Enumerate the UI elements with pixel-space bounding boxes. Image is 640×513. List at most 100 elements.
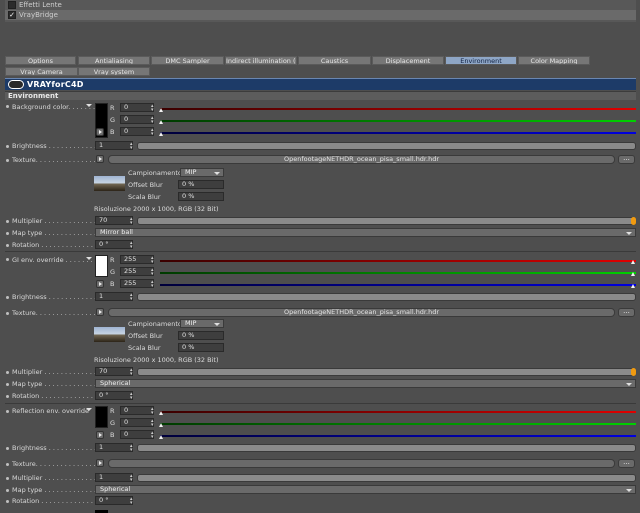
animate-dot-icon[interactable]	[6, 105, 9, 108]
tab-vray-system[interactable]: Vray system	[78, 67, 150, 76]
background-g-spinner[interactable]: ▴ ▾	[151, 116, 156, 125]
tab-displacement[interactable]: Displacement	[372, 56, 444, 65]
gi-brightness-spinner[interactable]: ▴ ▾	[130, 293, 135, 302]
animate-dot-icon[interactable]	[6, 463, 9, 466]
background-b-input[interactable]: 0	[120, 127, 154, 136]
reflection-rotation-spinner[interactable]: ▴ ▾	[130, 497, 135, 506]
reflection-texture-browse-button[interactable]: ...	[618, 459, 635, 468]
animate-dot-icon[interactable]	[6, 220, 9, 223]
gi-offset-input[interactable]: 0 %	[178, 331, 224, 340]
animate-dot-icon[interactable]	[6, 232, 9, 235]
background-scale-input[interactable]: 0 %	[178, 192, 224, 201]
reflection-g-knob[interactable]	[159, 423, 163, 427]
reflection-g-spinner[interactable]: ▴ ▾	[151, 419, 156, 428]
gi-g-knob[interactable]	[631, 272, 635, 276]
background-sampling-dropdown[interactable]: MIP	[180, 168, 224, 177]
plugin-checkbox-lens[interactable]	[8, 1, 16, 9]
gi-map-type-dropdown[interactable]: Spherical	[95, 379, 636, 388]
gi-b-slider[interactable]	[160, 284, 636, 286]
gi-g-slider[interactable]	[160, 272, 636, 274]
reflection-multiplier-slider[interactable]	[137, 474, 636, 482]
animate-dot-icon[interactable]	[6, 145, 9, 148]
gi-b-knob[interactable]	[631, 284, 635, 288]
gi-r-slider[interactable]	[160, 260, 636, 262]
reflection-b-input[interactable]: 0	[120, 430, 154, 439]
gi-multiplier-spinner[interactable]: ▴ ▾	[130, 368, 135, 377]
reflection-multiplier-input[interactable]: 1	[95, 473, 133, 482]
background-brightness-input[interactable]: 1	[95, 141, 133, 150]
gi-texture-field[interactable]: OpenfootageNETHDR_ocean_pisa_small.hdr.h…	[108, 308, 615, 317]
background-texture-field[interactable]: OpenfootageNETHDR_ocean_pisa_small.hdr.h…	[108, 155, 615, 164]
background-g-knob[interactable]	[159, 120, 163, 124]
gi-b-spinner[interactable]: ▴ ▾	[151, 280, 156, 289]
tab-caustics[interactable]: Caustics	[298, 56, 371, 65]
animate-dot-icon[interactable]	[6, 383, 9, 386]
background-r-input[interactable]: 0	[120, 103, 154, 112]
background-r-slider[interactable]	[160, 108, 636, 110]
animate-dot-icon[interactable]	[6, 500, 9, 503]
gi-brightness-input[interactable]: 1	[95, 292, 133, 301]
background-brightness-spinner[interactable]: ▴ ▾	[130, 142, 135, 151]
background-multiplier-slider[interactable]	[137, 217, 636, 225]
background-g-input[interactable]: 0	[120, 115, 154, 124]
background-r-spinner[interactable]: ▴ ▾	[151, 104, 156, 113]
animate-dot-icon[interactable]	[6, 371, 9, 374]
background-color-picker-button[interactable]	[96, 128, 104, 136]
reflection-override-expand-icon[interactable]	[86, 408, 92, 411]
gi-scale-input[interactable]: 0 %	[178, 343, 224, 352]
animate-dot-icon[interactable]	[6, 312, 9, 315]
gi-r-knob[interactable]	[631, 260, 635, 264]
gi-g-input[interactable]: 255	[120, 267, 154, 276]
animate-dot-icon[interactable]	[6, 159, 9, 162]
gi-texture-browse-button[interactable]: ...	[618, 308, 635, 317]
gi-multiplier-input[interactable]: 70	[95, 367, 133, 376]
background-rotation-spinner[interactable]: ▴ ▾	[130, 241, 135, 250]
gi-rotation-spinner[interactable]: ▴ ▾	[130, 392, 135, 401]
reflection-r-slider[interactable]	[160, 411, 636, 413]
reflection-texture-field[interactable]	[108, 459, 615, 468]
reflection-texture-menu-button[interactable]	[96, 459, 104, 467]
reflection-b-slider[interactable]	[160, 435, 636, 437]
background-b-slider[interactable]	[160, 132, 636, 134]
reflection-g-input[interactable]: 0	[120, 418, 154, 427]
tab-antialiasing[interactable]: Antialiasing	[78, 56, 150, 65]
gi-r-input[interactable]: 255	[120, 255, 154, 264]
animate-dot-icon[interactable]	[6, 477, 9, 480]
gi-color-swatch[interactable]	[95, 255, 108, 277]
background-texture-browse-button[interactable]: ...	[618, 155, 635, 164]
gi-color-picker-button[interactable]	[96, 280, 104, 288]
gi-r-spinner[interactable]: ▴ ▾	[151, 256, 156, 265]
gi-b-input[interactable]: 255	[120, 279, 154, 288]
gi-sampling-dropdown[interactable]: MIP	[180, 319, 224, 328]
tab-color-mapping[interactable]: Color Mapping	[518, 56, 590, 65]
reflection-brightness-slider[interactable]	[137, 444, 636, 452]
tab-options[interactable]: Options	[5, 56, 76, 65]
plugin-checkbox-vraybridge[interactable]: ✓	[8, 11, 16, 19]
reflection-brightness-spinner[interactable]: ▴ ▾	[130, 444, 135, 453]
tab-environment[interactable]: Environment	[445, 56, 517, 65]
animate-dot-icon[interactable]	[6, 410, 9, 413]
background-color-expand-icon[interactable]	[86, 104, 92, 107]
background-rotation-input[interactable]: 0 °	[95, 240, 133, 249]
gi-g-spinner[interactable]: ▴ ▾	[151, 268, 156, 277]
reflection-rotation-input[interactable]: 0 °	[95, 496, 133, 505]
reflection-r-knob[interactable]	[159, 411, 163, 415]
animate-dot-icon[interactable]	[6, 447, 9, 450]
background-g-slider[interactable]	[160, 120, 636, 122]
reflection-r-input[interactable]: 0	[120, 406, 154, 415]
background-r-knob[interactable]	[159, 108, 163, 112]
tab-indirect-illumination[interactable]: Indirect illumination (GI)	[225, 56, 297, 65]
tab-dmc-sampler[interactable]: DMC Sampler	[151, 56, 224, 65]
background-offset-input[interactable]: 0 %	[178, 180, 224, 189]
background-texture-menu-button[interactable]	[96, 155, 104, 163]
background-brightness-slider[interactable]	[137, 142, 636, 150]
animate-dot-icon[interactable]	[6, 489, 9, 492]
plugin-row-vraybridge[interactable]: ✓ VrayBridge	[5, 10, 636, 20]
reflection-color-swatch[interactable]	[95, 406, 108, 428]
background-multiplier-spinner[interactable]: ▴ ▾	[130, 217, 135, 226]
animate-dot-icon[interactable]	[6, 244, 9, 247]
background-multiplier-input[interactable]: 70	[95, 216, 133, 225]
animate-dot-icon[interactable]	[6, 296, 9, 299]
tab-vray-camera[interactable]: Vray Camera	[5, 67, 78, 76]
gi-rotation-input[interactable]: 0 °	[95, 391, 133, 400]
